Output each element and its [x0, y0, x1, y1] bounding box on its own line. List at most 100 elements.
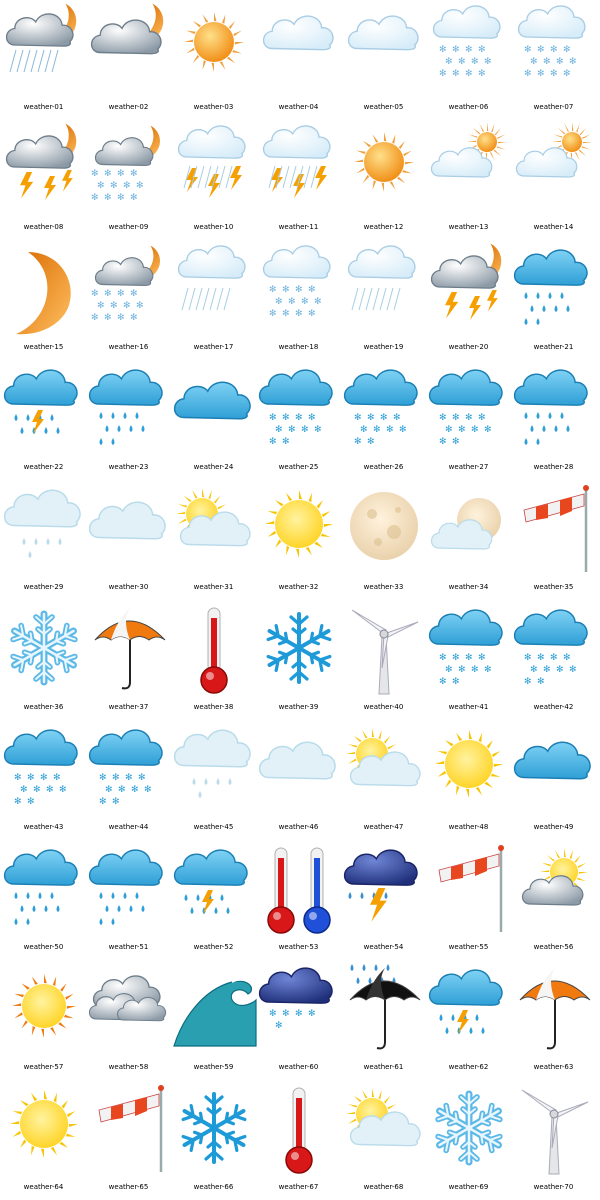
icon-tile-weather-08[interactable]: weather-08	[1, 120, 86, 240]
icon-tile-weather-13[interactable]: weather-13	[426, 120, 511, 240]
icon-label: weather-70	[533, 1183, 574, 1191]
svg-text:✻: ✻	[112, 773, 120, 783]
svg-text:✻: ✻	[556, 665, 564, 675]
icon-tile-weather-70[interactable]: weather-70	[511, 1080, 596, 1200]
umbrella-icon	[519, 968, 591, 1050]
icon-tile-weather-54[interactable]: weather-54	[341, 840, 426, 960]
icon-tile-weather-67[interactable]: weather-67	[256, 1080, 341, 1200]
wind-turbine-icon	[521, 1089, 589, 1175]
icon-tile-weather-11[interactable]: weather-11	[256, 120, 341, 240]
sun-behind-grey-cloud-icon	[521, 848, 588, 906]
icon-tile-weather-42[interactable]: ✻ ✻ ✻ ✻ ✻ ✻ ✻ ✻ ✻ ✻ weather-42	[511, 600, 596, 720]
icon-tile-weather-27[interactable]: ✻ ✻ ✻ ✻ ✻ ✻ ✻ ✻ ✻ ✻ weather-27	[426, 360, 511, 480]
icon-label: weather-49	[533, 823, 574, 831]
icon-label: weather-52	[193, 943, 234, 951]
icon-label: weather-17	[193, 343, 234, 351]
icon-label: weather-04	[278, 103, 319, 111]
icon-tile-weather-69[interactable]: weather-69	[426, 1080, 511, 1200]
icon-tile-weather-16[interactable]: ✻ ✻ ✻ ✻ ✻ ✻ ✻ ✻ ✻ ✻ ✻ ✻ weather-16	[86, 240, 171, 360]
icon-tile-weather-41[interactable]: ✻ ✻ ✻ ✻ ✻ ✻ ✻ ✻ ✻ ✻ weather-41	[426, 600, 511, 720]
svg-text:✻: ✻	[130, 313, 138, 323]
icon-tile-weather-04[interactable]: weather-04	[256, 0, 341, 120]
icon-tile-weather-34[interactable]: weather-34	[426, 480, 511, 600]
icon-tile-weather-38[interactable]: weather-38	[171, 600, 256, 720]
icon-tile-weather-59[interactable]: weather-59	[171, 960, 257, 1080]
icon-tile-weather-62[interactable]: weather-62	[426, 960, 511, 1080]
icon-tile-weather-24[interactable]: weather-24	[171, 360, 256, 480]
icon-tile-weather-56[interactable]: weather-56	[511, 840, 596, 960]
svg-text:✻: ✻	[537, 653, 545, 663]
icon-tile-weather-45[interactable]: weather-45	[171, 720, 256, 840]
blue-rain-cloud-icon	[88, 369, 163, 445]
icon-tile-weather-25[interactable]: ✻ ✻ ✻ ✻ ✻ ✻ ✻ ✻ ✻ ✻ weather-25	[256, 360, 341, 480]
svg-text:✻: ✻	[295, 1009, 303, 1019]
icon-tile-weather-46[interactable]: weather-46	[256, 720, 341, 840]
icon-tile-weather-63[interactable]: weather-63	[511, 960, 596, 1080]
icon-tile-weather-12[interactable]: weather-12	[341, 120, 426, 240]
icon-tile-weather-05[interactable]: weather-05	[341, 0, 426, 120]
icon-tile-weather-50[interactable]: weather-50	[1, 840, 86, 960]
icon-tile-weather-66[interactable]: weather-66	[171, 1080, 256, 1200]
icon-tile-weather-29[interactable]: weather-29	[1, 480, 86, 600]
icon-label: weather-68	[363, 1183, 404, 1191]
icon-tile-weather-02[interactable]: weather-02	[86, 0, 171, 120]
icon-tile-weather-65[interactable]: weather-65	[86, 1080, 171, 1200]
icon-tile-weather-61[interactable]: weather-61	[341, 960, 426, 1080]
icon-tile-weather-06[interactable]: ✻ ✻ ✻ ✻ ✻ ✻ ✻ ✻ ✻ ✻ ✻ ✻ weather-06	[426, 0, 511, 120]
icon-tile-weather-32[interactable]: weather-32	[256, 480, 341, 600]
svg-text:✻: ✻	[524, 69, 532, 79]
svg-text:✻: ✻	[452, 653, 460, 663]
icon-tile-weather-48[interactable]: weather-48	[426, 720, 511, 840]
icon-tile-weather-40[interactable]: weather-40	[341, 600, 426, 720]
icon-tile-weather-03[interactable]: weather-03	[171, 0, 256, 120]
icon-tile-weather-10[interactable]: weather-10	[171, 120, 256, 240]
icon-tile-weather-57[interactable]: weather-57	[1, 960, 86, 1080]
icon-tile-weather-52[interactable]: weather-52	[171, 840, 256, 960]
icon-tile-weather-01[interactable]: weather-01	[1, 0, 86, 120]
icon-tile-weather-14[interactable]: weather-14	[511, 120, 596, 240]
icon-tile-weather-19[interactable]: weather-19	[341, 240, 426, 360]
icon-tile-weather-55[interactable]: weather-55	[426, 840, 511, 960]
icon-label: weather-51	[108, 943, 149, 951]
icon-tile-weather-15[interactable]: weather-15	[1, 240, 86, 360]
svg-text:✻: ✻	[530, 57, 538, 67]
icon-tile-weather-07[interactable]: ✻ ✻ ✻ ✻ ✻ ✻ ✻ ✻ ✻ ✻ ✻ ✻ weather-07	[511, 0, 596, 120]
icon-tile-weather-31[interactable]: weather-31	[171, 480, 256, 600]
icon-tile-weather-20[interactable]: weather-20	[426, 240, 511, 360]
svg-text:✻: ✻	[524, 677, 532, 687]
storm-cloud-moon-icon	[5, 3, 77, 73]
blue-sleet-cloud-icon: ✻ ✻ ✻ ✻ ✻ ✻ ✻ ✻ ✻ ✻	[428, 369, 503, 447]
icon-tile-weather-49[interactable]: weather-49	[511, 720, 596, 840]
svg-text:✻: ✻	[445, 425, 453, 435]
icon-tile-weather-44[interactable]: ✻ ✻ ✻ ✻ ✻ ✻ ✻ ✻ ✻ ✻ weather-44	[86, 720, 171, 840]
icon-tile-weather-28[interactable]: weather-28	[511, 360, 596, 480]
icon-tile-weather-47[interactable]: weather-47	[341, 720, 426, 840]
icon-tile-weather-21[interactable]: weather-21	[511, 240, 596, 360]
icon-tile-weather-58[interactable]: weather-58	[86, 960, 171, 1080]
icon-tile-weather-53[interactable]: weather-53	[256, 840, 341, 960]
icon-tile-weather-23[interactable]: weather-23	[86, 360, 171, 480]
icon-tile-weather-39[interactable]: weather-39	[256, 600, 341, 720]
icon-tile-weather-22[interactable]: weather-22	[1, 360, 86, 480]
icon-tile-weather-43[interactable]: ✻ ✻ ✻ ✻ ✻ ✻ ✻ ✻ ✻ ✻ weather-43	[1, 720, 86, 840]
svg-text:✻: ✻	[14, 773, 22, 783]
icon-tile-weather-60[interactable]: ✻ ✻ ✻ ✻ ✻ weather-60	[256, 960, 341, 1080]
icon-tile-weather-09[interactable]: ✻ ✻ ✻ ✻ ✻ ✻ ✻ ✻ ✻ ✻ ✻ ✻ weather-09	[86, 120, 171, 240]
icon-tile-weather-35[interactable]: weather-35	[511, 480, 596, 600]
svg-text:✻: ✻	[478, 45, 486, 55]
blue-sleet-cloud-icon: ✻ ✻ ✻ ✻ ✻ ✻ ✻ ✻ ✻ ✻	[3, 729, 78, 807]
icon-tile-weather-26[interactable]: ✻ ✻ ✻ ✻ ✻ ✻ ✻ ✻ ✻ ✻ weather-26	[341, 360, 426, 480]
icon-tile-weather-37[interactable]: weather-37	[86, 600, 171, 720]
icon-tile-weather-51[interactable]: weather-51	[86, 840, 171, 960]
icon-tile-weather-17[interactable]: weather-17	[171, 240, 256, 360]
svg-text:✻: ✻	[465, 413, 473, 423]
svg-text:✻: ✻	[314, 297, 322, 307]
icon-tile-weather-64[interactable]: weather-64	[1, 1080, 86, 1200]
icon-tile-weather-68[interactable]: weather-68	[341, 1080, 426, 1200]
svg-text:✻: ✻	[373, 425, 381, 435]
icon-tile-weather-33[interactable]: weather-33	[341, 480, 426, 600]
icon-label: weather-39	[278, 703, 319, 711]
icon-tile-weather-18[interactable]: ✻ ✻ ✻ ✻ ✻ ✻ ✻ ✻ ✻ ✻ ✻ ✻ weather-18	[256, 240, 341, 360]
icon-tile-weather-30[interactable]: weather-30	[86, 480, 171, 600]
icon-tile-weather-36[interactable]: weather-36	[1, 600, 86, 720]
